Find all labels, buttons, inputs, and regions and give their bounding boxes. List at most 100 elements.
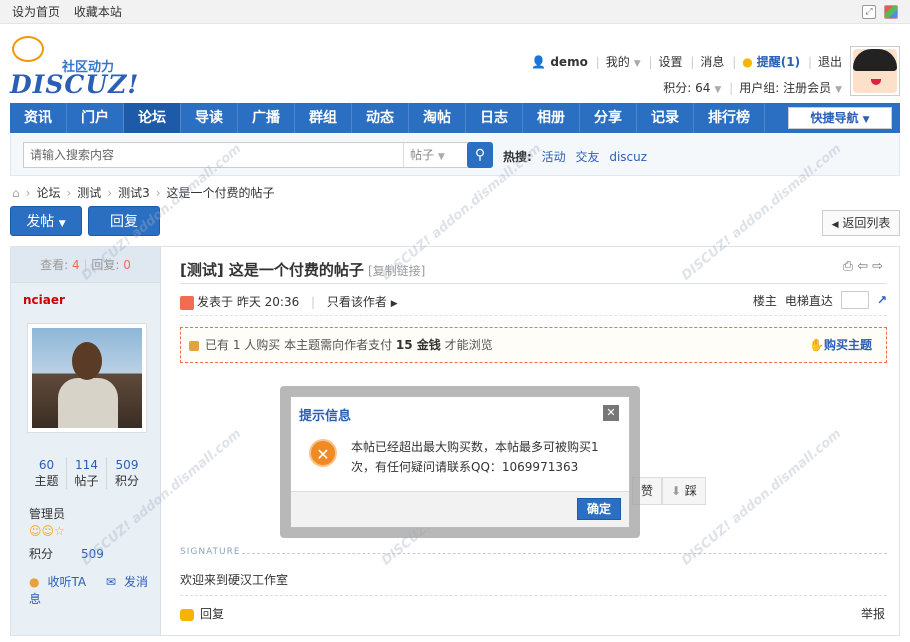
set-home-link[interactable]: 设为首页 bbox=[12, 5, 60, 19]
divider bbox=[180, 315, 887, 316]
breadcrumb-item[interactable]: 测试 bbox=[77, 184, 101, 201]
chevron-down-icon: ▼ bbox=[437, 152, 445, 162]
home-icon[interactable]: ⌂ bbox=[12, 186, 20, 200]
search-button[interactable]: ⚲ bbox=[467, 142, 493, 168]
dislike-button[interactable]: ⬇ 踩 bbox=[662, 477, 706, 505]
nav-item-rizhi[interactable]: 日志 bbox=[466, 103, 523, 133]
user-icon: 👤 bbox=[531, 55, 547, 69]
nav-item-paihangbang[interactable]: 排行榜 bbox=[694, 103, 765, 133]
triangle-left-icon: ◀ bbox=[831, 220, 839, 230]
new-post-label: 发帖 bbox=[26, 214, 55, 230]
chevron-down-icon: ▼ bbox=[58, 219, 66, 229]
triangle-right-icon: ▶ bbox=[390, 299, 398, 309]
nav-item-luntan[interactable]: 论坛 bbox=[124, 103, 181, 133]
hot-keyword[interactable]: 活动 bbox=[542, 150, 566, 164]
close-icon[interactable]: ✕ bbox=[603, 405, 619, 421]
only-author-link[interactable]: 只看该作者 bbox=[327, 295, 387, 309]
replies-label: 回复: bbox=[91, 258, 120, 272]
nav-item-xiangce[interactable]: 相册 bbox=[523, 103, 580, 133]
owner-label: 楼主 bbox=[752, 293, 777, 308]
search-bar: 请输入搜索内容 帖子 ▼ ⚲ 热搜: 活动 交友 discuz bbox=[10, 134, 900, 176]
rank-stars-icon: ☺☺☆ bbox=[29, 524, 65, 538]
site-logo[interactable]: 社区动力 DISCUZ! bbox=[10, 34, 140, 99]
chevron-down-icon: ▼ bbox=[862, 115, 870, 125]
hot-keyword[interactable]: discuz bbox=[609, 150, 647, 164]
next-icon[interactable]: ⇨ bbox=[872, 259, 887, 274]
nav-item-zixun[interactable]: 资讯 bbox=[10, 103, 67, 133]
nav-item-jilu[interactable]: 记录 bbox=[637, 103, 694, 133]
nav-item-daodu[interactable]: 导读 bbox=[181, 103, 238, 133]
points-menu[interactable]: 积分: 64 bbox=[663, 81, 710, 95]
author-avatar[interactable] bbox=[27, 323, 147, 433]
divider bbox=[242, 553, 887, 554]
search-type-select[interactable]: 帖子 ▼ bbox=[403, 143, 469, 167]
user-avatar[interactable] bbox=[850, 46, 900, 96]
messages-link[interactable]: 消息 bbox=[700, 55, 724, 69]
nav-item-fenxiang[interactable]: 分享 bbox=[580, 103, 637, 133]
ok-button[interactable]: 确定 bbox=[577, 498, 621, 520]
stat-label: 帖子 bbox=[74, 474, 99, 488]
score-label: 积分 bbox=[29, 547, 54, 561]
dislike-label: 踩 bbox=[684, 484, 697, 498]
hot-searches: 热搜: 活动 交友 discuz bbox=[503, 148, 653, 165]
signature-label: SIGNATURE bbox=[180, 547, 241, 557]
dialog-message: 本帖已经超出最大购买数，本帖最多可被购买1次，有任何疑问请联系QQ：106997… bbox=[351, 440, 599, 474]
nav-item-dongtai[interactable]: 动态 bbox=[352, 103, 409, 133]
views-label: 查看: bbox=[40, 258, 69, 272]
nav-item-qunzu[interactable]: 群组 bbox=[295, 103, 352, 133]
divider bbox=[180, 283, 887, 284]
dialog-footer: 确定 bbox=[291, 491, 629, 527]
my-menu[interactable]: 我的 bbox=[606, 55, 630, 69]
replies-count: 0 bbox=[123, 258, 131, 272]
quick-nav-button[interactable]: 快捷导航 ▼ bbox=[788, 107, 892, 129]
go-arrow-icon[interactable]: ↗ bbox=[877, 293, 887, 307]
reply-button[interactable]: 回复 bbox=[88, 206, 160, 236]
floor-input[interactable] bbox=[840, 291, 869, 309]
style-switch-icon[interactable] bbox=[884, 4, 898, 19]
bookmark-link[interactable]: 收藏本站 bbox=[74, 5, 122, 19]
report-link[interactable]: 举报 bbox=[861, 605, 885, 622]
author-name[interactable]: nciaer bbox=[11, 283, 160, 317]
nav-item-guangbo[interactable]: 广播 bbox=[238, 103, 295, 133]
thread-title-text: [测试] 这是一个付费的帖子 bbox=[180, 261, 364, 279]
reply-link[interactable]: 回复 bbox=[180, 605, 224, 622]
bulb-icon: ● bbox=[742, 55, 753, 69]
nav-item-taotie[interactable]: 淘帖 bbox=[409, 103, 466, 133]
hot-label: 热搜: bbox=[503, 150, 532, 164]
info-dialog: 提示信息 ✕ ✕ 本帖已经超出最大购买数，本帖最多可被购买1次，有任何疑问请联系… bbox=[290, 396, 630, 528]
header: 社区动力 DISCUZ! 👤 demo | 我的 ▼ | 设置 | 消息 | ● 提醒(1) … bbox=[0, 24, 910, 102]
thumb-down-icon: ⬇ bbox=[671, 484, 682, 498]
breadcrumb-item[interactable]: 测试3 bbox=[118, 184, 150, 201]
copy-link[interactable]: [复制链接] bbox=[368, 264, 425, 278]
author-group[interactable]: 管理员 bbox=[29, 505, 65, 522]
stat-threads[interactable]: 60 主题 bbox=[27, 457, 67, 489]
post-meta: 发表于 昨天 20:36 | 只看该作者 ▶ bbox=[180, 293, 398, 310]
stat-points[interactable]: 509 积分 bbox=[107, 457, 147, 489]
follow-label: 收听TA bbox=[47, 575, 87, 589]
user-bar: 👤 demo | 我的 ▼ | 设置 | 消息 | ● 提醒(1) | 退出 积分: 64 ▼ |… bbox=[531, 55, 842, 95]
dialog-title: 提示信息 bbox=[299, 409, 352, 424]
breadcrumb: ⌂ › 论坛 › 测试 › 测试3 › 这是一个付费的帖子 bbox=[12, 184, 275, 201]
nav-item-menhu[interactable]: 门户 bbox=[67, 103, 124, 133]
quick-nav-label: 快捷导航 bbox=[810, 111, 859, 125]
usergroup-menu[interactable]: 用户组: 注册会员 bbox=[739, 81, 831, 95]
settings-link[interactable]: 设置 bbox=[659, 55, 683, 69]
remind-link[interactable]: 提醒(1) bbox=[757, 55, 800, 69]
print-icon[interactable]: ⎙ bbox=[843, 259, 857, 274]
fullscreen-icon[interactable]: ⤢ bbox=[862, 4, 876, 19]
stat-posts[interactable]: 114 帖子 bbox=[67, 457, 107, 489]
hot-keyword[interactable]: 交友 bbox=[575, 150, 599, 164]
username-link[interactable]: demo bbox=[550, 55, 587, 69]
logo-wordmark: DISCUZ! bbox=[10, 70, 140, 99]
divider bbox=[180, 595, 887, 596]
floor-controls: 楼主 电梯直达 ↗ bbox=[753, 291, 887, 309]
breadcrumb-item[interactable]: 论坛 bbox=[36, 184, 60, 201]
buy-thread-link[interactable]: ✋购买主题 bbox=[809, 328, 872, 362]
back-to-list-button[interactable]: ◀ 返回列表 bbox=[822, 210, 900, 236]
logout-link[interactable]: 退出 bbox=[818, 55, 842, 69]
prev-icon[interactable]: ⇦ bbox=[857, 259, 872, 274]
author-score: 积分 509 bbox=[29, 545, 104, 562]
follow-link[interactable]: ● 收听TA bbox=[29, 575, 94, 589]
error-icon: ✕ bbox=[309, 439, 337, 467]
new-post-button[interactable]: 发帖 ▼ bbox=[10, 206, 82, 236]
